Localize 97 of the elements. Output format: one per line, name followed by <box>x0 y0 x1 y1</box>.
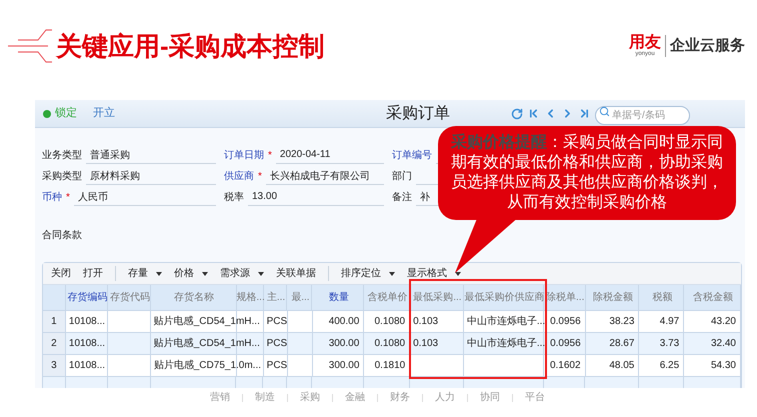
window-title: 采购订单 <box>385 104 451 124</box>
caret-icon <box>202 272 208 276</box>
footer-nav-link[interactable]: 协同 <box>480 390 500 405</box>
required-marker: * <box>268 148 272 162</box>
table-cell-text: 0.1080 <box>374 315 406 329</box>
column-header[interactable]: 除税金额 <box>586 285 640 310</box>
table-cell-text: 10108... <box>68 315 106 329</box>
field-label: 供应商 <box>224 170 254 184</box>
footer-nav-link[interactable]: 金融 <box>345 390 365 405</box>
column-header[interactable]: 存货编码 <box>66 285 108 310</box>
table-cell-text: 4.97 <box>660 315 680 329</box>
row-number: 2 <box>43 333 66 354</box>
callout-text: 采购价格提醒：采购员做合同时显示同期有效的最低价格和供应商，协助采购员选择供应商及其他供应商价格谈判，从而有效控制采购价格 <box>450 133 724 213</box>
toolbar-button[interactable]: 需求源 <box>220 266 264 281</box>
input-field[interactable]: 2020-04-11 <box>276 146 384 164</box>
field-label: 币种 <box>42 190 62 204</box>
footer-nav-link[interactable]: 采购 <box>300 390 320 405</box>
table-cell-text: 10108... <box>68 359 106 373</box>
column-header[interactable]: 存货代码 <box>108 285 151 310</box>
column-header[interactable]: 存货名称 <box>150 285 237 310</box>
field-label: 采购类型 <box>42 170 82 184</box>
table-cell-text: 43.20 <box>710 315 736 329</box>
column-header[interactable]: 数量 <box>312 285 364 310</box>
input-field[interactable]: 普通采购 <box>86 146 216 164</box>
input-field[interactable]: 原材料采购 <box>86 167 216 185</box>
column-header[interactable]: 含税金额 <box>684 285 741 310</box>
table-cell-text: 54.30 <box>710 359 736 373</box>
table-cell-text: 400.00 <box>328 315 360 329</box>
state-label: 开立 <box>93 106 115 122</box>
field-label: 备注 <box>392 190 412 204</box>
table-cell-text: 3.73 <box>660 337 680 351</box>
required-marker: * <box>66 190 70 204</box>
field-label: 业务类型 <box>42 148 82 162</box>
table-cell-text: 贴片电感_CD54_1mH... <box>154 336 260 351</box>
toolbar-button[interactable]: 价格 <box>174 266 208 281</box>
table-cell-text: PCS <box>266 315 288 329</box>
search-field[interactable]: 单据号/条码 <box>595 106 690 124</box>
input-field[interactable]: 人民币 <box>74 188 216 206</box>
table-cell-text: 300.00 <box>328 359 360 373</box>
status-label: 锁定 <box>55 106 77 122</box>
refresh-icon[interactable] <box>511 108 523 120</box>
table-cell-text: 0.1810 <box>374 359 406 373</box>
caret-icon <box>389 272 395 276</box>
table-cell-text: 中山市连烁电子... <box>466 314 546 329</box>
caret-icon <box>156 272 162 276</box>
toolbar-button[interactable]: 排序定位 <box>328 266 395 281</box>
brand-logo: 用友 <box>629 35 661 51</box>
table-cell-text: 6.25 <box>660 359 680 373</box>
table-cell-text: 0.103 <box>413 337 438 351</box>
toolbar-button[interactable]: 关联单据 <box>276 266 316 281</box>
table-cell-text: 10108... <box>68 337 106 351</box>
caret-icon <box>258 272 264 276</box>
column-header[interactable]: 税额 <box>639 285 684 310</box>
table-cell-text: 贴片电感_CD75_1.0m... <box>154 358 262 373</box>
column-header[interactable]: 主... <box>264 285 288 310</box>
toolbar-button[interactable]: 存量 <box>115 266 162 281</box>
input-field[interactable]: 13.00 <box>248 188 384 206</box>
row-number: 3 <box>43 355 66 376</box>
brand-tagline: 企业云服务 <box>670 36 745 56</box>
last-record-icon[interactable] <box>578 107 591 120</box>
column-header[interactable]: 含税单价 <box>364 285 410 310</box>
column-header[interactable]: 最... <box>287 285 312 310</box>
footer-nav-link[interactable]: 平台 <box>525 390 545 405</box>
input-field[interactable]: 长兴柏成电子有限公司 <box>266 167 384 185</box>
field-label: 订单编号 <box>392 148 432 162</box>
table-cell-text: 28.67 <box>609 337 634 351</box>
contract-terms-label: 合同条款 <box>41 229 83 243</box>
table-cell-text: 0.0956 <box>550 337 581 351</box>
table-cell-text: 300.00 <box>328 337 360 351</box>
search-icon <box>599 106 610 116</box>
footer-nav-link[interactable]: 财务 <box>390 390 410 405</box>
first-record-icon[interactable] <box>527 107 540 120</box>
toolbar-button[interactable]: 打开 <box>83 266 103 281</box>
column-header[interactable]: 规格... <box>236 285 264 310</box>
table-cell-text: 中山市连烁电子... <box>466 336 546 351</box>
table-cell-text: 0.0956 <box>550 315 581 329</box>
footer-nav-link[interactable]: 制造 <box>255 390 275 405</box>
table-cell-text: 0.1080 <box>374 337 406 351</box>
field-label: 部门 <box>392 170 412 184</box>
table-cell-text: 48.05 <box>609 359 634 373</box>
row-number: 1 <box>43 311 66 332</box>
table-cell-text: 0.1602 <box>550 359 581 373</box>
table-cell-text: 贴片电感_CD54_1mH... <box>154 314 260 329</box>
table-cell-text: 32.40 <box>710 337 736 351</box>
toolbar-button[interactable]: 关闭 <box>51 266 71 281</box>
table-cell-text: PCS <box>266 359 288 373</box>
column-header[interactable]: 最低采购... <box>410 285 464 310</box>
required-marker: * <box>258 170 262 184</box>
footer-nav-link[interactable]: 营销 <box>210 390 230 405</box>
field-label: 订单日期 <box>224 148 264 162</box>
table-cell-text: 38.23 <box>609 315 634 329</box>
table-cell-text: PCS <box>266 337 288 351</box>
footer-nav-link[interactable]: 人力 <box>435 390 455 405</box>
column-header[interactable]: 最低采购价供应商 <box>464 285 544 310</box>
slide-title: 关键应用-采购成本控制 <box>56 30 325 62</box>
field-label: 税率 <box>224 190 244 204</box>
table-cell-text: 0.103 <box>413 315 438 329</box>
